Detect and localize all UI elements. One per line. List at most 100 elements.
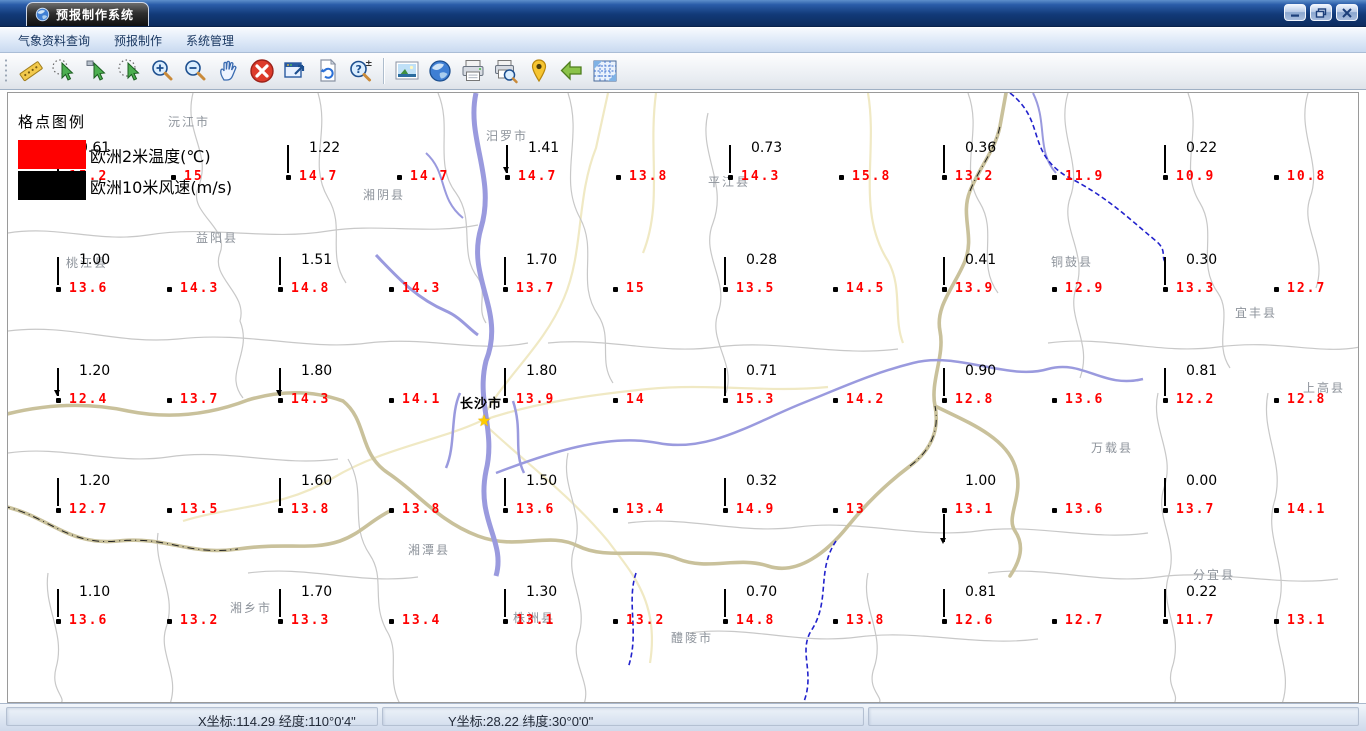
grid-point-dot (505, 175, 510, 180)
grid-point-dot (1274, 287, 1279, 292)
grid-point-dot (56, 398, 61, 403)
map-place-label: 宜丰县 (1235, 306, 1278, 320)
wind-barb (57, 257, 59, 285)
wind-barb (57, 478, 59, 506)
temperature-value: 11.9 (1065, 169, 1105, 184)
wind-barb (729, 145, 731, 173)
image-icon[interactable] (390, 56, 423, 86)
wind-barb (943, 589, 945, 617)
city-star-marker: ★ (477, 411, 492, 430)
temperature-value: 14.9 (736, 502, 776, 517)
wind-barb (57, 589, 59, 617)
temperature-value: 13.6 (1065, 502, 1105, 517)
temperature-value: 13.2 (180, 613, 220, 628)
grid-point-dot (503, 287, 508, 292)
grid-point-dot (56, 619, 61, 624)
print-preview-icon[interactable] (489, 56, 522, 86)
locate-pin-icon[interactable] (522, 56, 555, 86)
grid-point-dot (1052, 508, 1057, 513)
temperature-value: 13.6 (1065, 392, 1105, 407)
temperature-value: 13.7 (516, 281, 556, 296)
grid-point-dot (616, 175, 621, 180)
temperature-value: 14.7 (518, 169, 558, 184)
wind-speed-value: 1.51 (301, 252, 333, 268)
wind-speed-value: 1.20 (79, 363, 111, 379)
toolbar-grip[interactable] (4, 58, 8, 84)
menu-item-0[interactable]: 气象资料查询 (6, 29, 102, 52)
grid-point-dot (1052, 287, 1057, 292)
wind-speed-value: 0.28 (746, 252, 778, 268)
temperature-value: 13.3 (1176, 281, 1216, 296)
wind-barb (943, 257, 945, 285)
legend-item-1: 欧洲10米风速(m/s) (18, 171, 232, 200)
print-icon[interactable] (456, 56, 489, 86)
map-panel[interactable]: 格点图例 欧洲2米温度(℃) 欧洲10米风速(m/s) 沅江市 汨罗市 平江县 湘阴县益… (7, 92, 1359, 703)
temperature-value: 13.4 (626, 502, 666, 517)
select-lasso-icon[interactable] (113, 56, 146, 86)
menu-item-2[interactable]: 系统管理 (174, 29, 246, 52)
wind-speed-value: 1.00 (965, 473, 997, 489)
grid-point-dot (278, 619, 283, 624)
select-icon[interactable] (80, 56, 113, 86)
wind-speed-value: 1.22 (309, 140, 341, 156)
zoom-in-icon[interactable] (146, 56, 179, 86)
close-button[interactable] (1336, 4, 1358, 21)
svg-text:?: ? (355, 63, 361, 76)
menu-item-1[interactable]: 预报制作 (102, 29, 174, 52)
temperature-value: 12.6 (955, 613, 995, 628)
cancel-icon[interactable] (245, 56, 278, 86)
window-controls (1284, 4, 1358, 21)
back-arrow-icon[interactable] (555, 56, 588, 86)
wind-barb (724, 589, 726, 617)
minimize-button[interactable] (1284, 4, 1306, 21)
wind-speed-value: 0.30 (1186, 252, 1218, 268)
status-x-coordinate: X坐标:114.29 经度:110°0'4" (198, 714, 356, 729)
temperature-value: 13 (846, 502, 866, 517)
grid-point-dot (389, 619, 394, 624)
temperature-value: 13.9 (955, 281, 995, 296)
wind-speed-value: 1.70 (301, 584, 333, 600)
grid-point-dot (723, 508, 728, 513)
pan-hand-icon[interactable] (212, 56, 245, 86)
grid-point-dot (1052, 398, 1057, 403)
wind-barb (724, 257, 726, 285)
temperature-value: 12.7 (1065, 613, 1105, 628)
wind-speed-value: 1.60 (301, 473, 333, 489)
legend-title: 格点图例 (18, 113, 87, 131)
map-place-label: 分宜县 (1193, 568, 1236, 582)
status-bar: X坐标:114.29 经度:110°0'4" Y坐标:28.22 纬度:30°0… (0, 703, 1366, 731)
measure-icon[interactable] (14, 56, 47, 86)
grid-point-dot (613, 508, 618, 513)
restore-button[interactable] (1310, 4, 1332, 21)
temperature-value: 12.2 (1176, 392, 1216, 407)
wind-speed-value: 0.81 (965, 584, 997, 600)
grid-point-dot (833, 287, 838, 292)
grid-point-dot (1163, 287, 1168, 292)
grid-point-dot (1052, 619, 1057, 624)
select-dotted-icon[interactable] (47, 56, 80, 86)
temperature-value: 14 (626, 392, 646, 407)
temperature-value: 14.3 (741, 169, 781, 184)
identify-zoom-icon[interactable]: ? ± (344, 56, 377, 86)
refresh-page-icon[interactable] (311, 56, 344, 86)
wind-speed-value: 0.81 (1186, 363, 1218, 379)
grid-point-dot (1163, 398, 1168, 403)
wind-speed-value: 0.00 (1186, 473, 1218, 489)
world-icon[interactable] (423, 56, 456, 86)
grid-overlay-icon[interactable] (588, 56, 621, 86)
grid-point-dot (613, 287, 618, 292)
status-y-coordinate: Y坐标:28.22 纬度:30°0'0" (448, 714, 594, 729)
status-panel-extra (868, 707, 1359, 726)
wind-speed-value: 0.36 (965, 140, 997, 156)
temperature-value: 14.8 (736, 613, 776, 628)
legend-item-0: 欧洲2米温度(℃) (18, 140, 232, 169)
temperature-value: 13.5 (736, 281, 776, 296)
toolbar: ? ± (0, 53, 1366, 90)
zoom-out-icon[interactable] (179, 56, 212, 86)
temperature-value: 14.3 (180, 281, 220, 296)
export-window-icon[interactable] (278, 56, 311, 86)
map-place-label: 长沙市 (460, 397, 503, 412)
wind-barb (724, 478, 726, 506)
temperature-value: 12.7 (1287, 281, 1327, 296)
grid-point-dot (389, 287, 394, 292)
